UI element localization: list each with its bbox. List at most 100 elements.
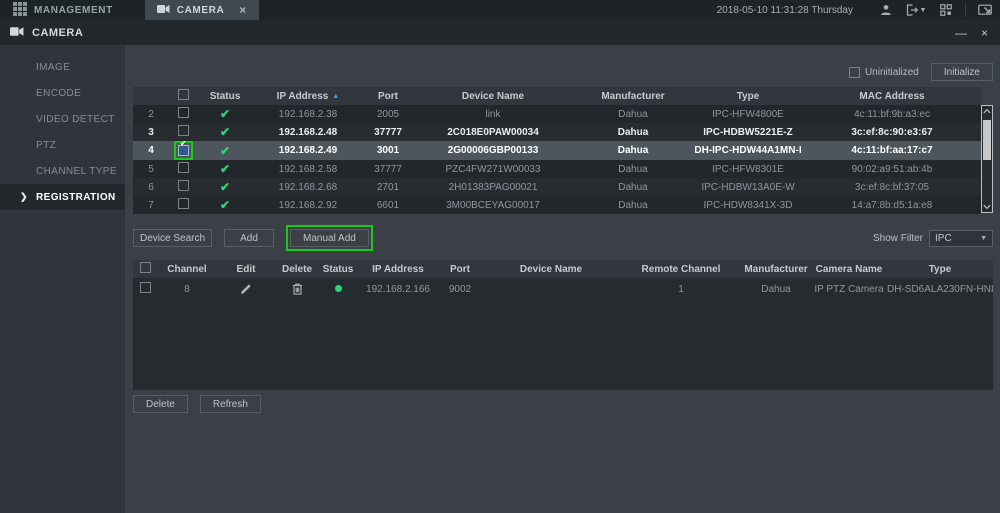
refresh-button[interactable]: Refresh xyxy=(199,395,261,413)
ip-cell: 192.168.2.58 xyxy=(253,160,363,178)
table-row[interactable]: 6 ✔ 192.168.2.68 2701 2H01383PAG00021 Da… xyxy=(133,178,981,196)
mac-cell: 3c:ef:8c:bf:37:05 xyxy=(803,178,981,196)
type-header[interactable]: Type xyxy=(887,260,993,278)
type-cell: IPC-HFW4800E xyxy=(693,105,803,123)
logout-icon[interactable]: ▼ xyxy=(901,0,931,20)
manual-add-button[interactable]: Manual Add xyxy=(290,229,369,247)
row-checkbox[interactable] xyxy=(177,198,189,209)
delete-header[interactable]: Delete xyxy=(275,260,319,278)
mac-cell: 4c:11:bf:aa:17:c7 xyxy=(803,141,981,160)
close-window-button[interactable]: × xyxy=(981,26,988,40)
sidebar-item-label: VIDEO DETECT xyxy=(36,113,115,125)
select-all-header xyxy=(133,260,157,278)
table-row-selected[interactable]: 4 ✔ 192.168.2.49 3001 2G00006GBP00133 Da… xyxy=(133,141,981,160)
row-checkbox[interactable] xyxy=(177,180,189,191)
device-name-cell: 3M00BCEYAG00017 xyxy=(413,196,573,214)
row-checkbox[interactable] xyxy=(139,282,151,293)
scrollbar-thumb[interactable] xyxy=(983,120,991,160)
row-number: 2 xyxy=(133,105,169,123)
manufacturer-header[interactable]: Manufacturer xyxy=(741,260,811,278)
sidebar-item-encode[interactable]: ENCODE xyxy=(0,80,125,106)
registration-panel: Uninitialized Initialize Status IP Addre… xyxy=(125,45,1000,513)
row-checkbox[interactable] xyxy=(177,125,189,136)
uninitialized-checkbox-row[interactable]: Uninitialized xyxy=(848,66,919,78)
delete-button[interactable]: Delete xyxy=(133,395,188,413)
edit-button[interactable] xyxy=(217,278,275,300)
initialize-button[interactable]: Initialize xyxy=(930,63,993,81)
remote-channel-header[interactable]: Remote Channel xyxy=(621,260,741,278)
table-row[interactable]: 5 ✔ 192.168.2.58 37777 PZC4FW271W00033 D… xyxy=(133,160,981,178)
sidebar-item-label: CHANNEL TYPE xyxy=(36,165,117,177)
device-name-cell xyxy=(481,278,621,300)
uninitialized-checkbox[interactable] xyxy=(848,66,860,78)
annotation-highlight-box: Manual Add xyxy=(286,225,373,251)
edit-header[interactable]: Edit xyxy=(217,260,275,278)
port-cell: 2005 xyxy=(363,105,413,123)
sidebar-item-ptz[interactable]: PTZ xyxy=(0,132,125,158)
minimize-button[interactable]: — xyxy=(955,26,967,40)
sidebar-item-label: PTZ xyxy=(36,139,57,151)
select-all-checkbox[interactable] xyxy=(139,262,151,273)
status-ok-icon: ✔ xyxy=(219,162,231,176)
manufacturer-cell: Dahua xyxy=(741,278,811,300)
table-row[interactable]: 3 ✔ 192.168.2.48 37777 2C018E0PAW00034 D… xyxy=(133,123,981,141)
sort-ascending-icon: ▲ xyxy=(332,92,340,100)
device-name-header[interactable]: Device Name xyxy=(481,260,621,278)
type-cell: IPC-HDBW5221E-Z xyxy=(693,123,803,141)
tab-management[interactable]: MANAGEMENT xyxy=(0,0,125,20)
table-row[interactable]: 7 ✔ 192.168.2.92 6601 3M00BCEYAG00017 Da… xyxy=(133,196,981,214)
device-search-button[interactable]: Device Search xyxy=(133,229,213,247)
table-header-row: Status IP Address ▲ Port Device Name Manu… xyxy=(133,87,981,105)
show-filter-dropdown[interactable]: IPC ▼ xyxy=(929,229,993,247)
ip-cell: 192.168.2.38 xyxy=(253,105,363,123)
tab-camera-label: CAMERA xyxy=(176,4,225,16)
chevron-right-icon: ❯ xyxy=(20,191,28,202)
row-checkbox-checked[interactable] xyxy=(177,145,189,156)
type-header[interactable]: Type xyxy=(693,87,803,105)
device-name-header[interactable]: Device Name xyxy=(413,87,573,105)
ip-address-header[interactable]: IP Address xyxy=(357,260,439,278)
delete-button[interactable] xyxy=(275,278,319,300)
sidebar-item-video-detect[interactable]: VIDEO DETECT xyxy=(0,106,125,132)
channel-header[interactable]: Channel xyxy=(157,260,217,278)
user-icon[interactable] xyxy=(871,0,901,20)
manufacturer-header[interactable]: Manufacturer xyxy=(573,87,693,105)
type-cell: IPC-HFW8301E xyxy=(693,160,803,178)
qr-code-icon[interactable] xyxy=(931,0,961,20)
camera-title-icon xyxy=(10,26,24,40)
port-cell: 3001 xyxy=(363,141,413,160)
display-output-icon[interactable] xyxy=(970,0,1000,20)
status-header[interactable]: Status xyxy=(319,260,357,278)
ip-cell: 192.168.2.48 xyxy=(253,123,363,141)
table-row[interactable]: 8 192.168.2.166 9002 1 Dahua IP PTZ Came… xyxy=(133,278,993,300)
sidebar-item-channel-type[interactable]: CHANNEL TYPE xyxy=(0,158,125,184)
manufacturer-cell: Dahua xyxy=(573,105,693,123)
status-header[interactable]: Status xyxy=(197,87,253,105)
add-button[interactable]: Add xyxy=(224,229,275,247)
port-header[interactable]: Port xyxy=(439,260,481,278)
port-header[interactable]: Port xyxy=(363,87,413,105)
port-cell: 37777 xyxy=(363,123,413,141)
camera-name-header[interactable]: Camera Name xyxy=(811,260,887,278)
row-checkbox[interactable] xyxy=(177,107,189,118)
row-checkbox[interactable] xyxy=(177,162,189,173)
device-name-cell: 2G00006GBP00133 xyxy=(413,141,573,160)
discovered-devices-table: Status IP Address ▲ Port Device Name Manu… xyxy=(133,87,981,214)
filter-value: IPC xyxy=(935,232,952,244)
page-title: CAMERA xyxy=(32,26,84,39)
scroll-up-icon[interactable] xyxy=(983,108,991,117)
row-number: 6 xyxy=(133,178,169,196)
tab-close-icon[interactable]: × xyxy=(239,4,247,16)
ip-cell: 192.168.2.49 xyxy=(253,141,363,160)
sidebar-item-registration[interactable]: ❯ REGISTRATION xyxy=(0,184,125,210)
scroll-down-icon[interactable] xyxy=(983,201,991,210)
mac-address-header[interactable]: MAC Address xyxy=(803,87,981,105)
table-row[interactable]: 2 ✔ 192.168.2.38 2005 link Dahua IPC-HFW… xyxy=(133,105,981,123)
row-number-header xyxy=(133,87,169,105)
ip-address-header[interactable]: IP Address ▲ xyxy=(253,87,363,105)
vertical-scrollbar[interactable] xyxy=(981,105,993,213)
tab-camera[interactable]: CAMERA × xyxy=(144,0,259,20)
select-all-checkbox[interactable] xyxy=(177,89,189,100)
device-name-cell: 2C018E0PAW00034 xyxy=(413,123,573,141)
sidebar-item-image[interactable]: IMAGE xyxy=(0,54,125,80)
